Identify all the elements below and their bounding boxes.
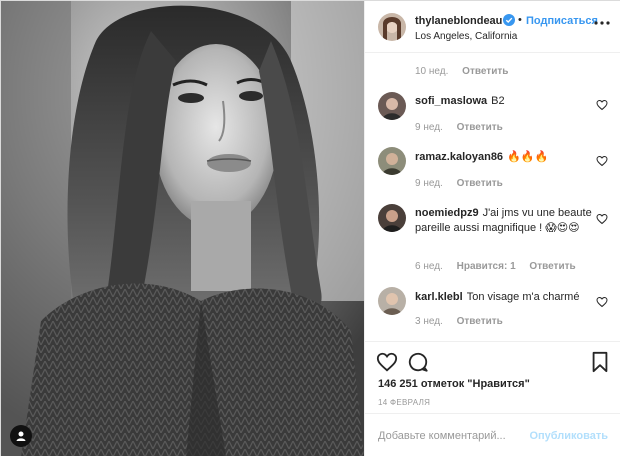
commenter-avatar[interactable] (378, 147, 406, 175)
comment-input[interactable] (378, 427, 528, 445)
comment-time: 3 нед. (415, 316, 443, 327)
commenter-username[interactable]: noemiedpz9 (415, 207, 479, 219)
author-username[interactable]: thylaneblondeau (415, 15, 502, 27)
heart-icon[interactable] (596, 155, 608, 167)
comment-text: noemiedpz9 J'ai jms vu une beaute pareill… (415, 206, 595, 236)
comment-meta: 3 нед. Ответить (415, 316, 514, 327)
comment-time: 6 нед. (415, 261, 443, 272)
likes-count[interactable]: 146 251 отметок "Нравится" (378, 378, 530, 390)
post-photo[interactable] (1, 1, 364, 456)
publish-button[interactable]: Опубликовать (529, 430, 608, 442)
heart-icon[interactable] (596, 296, 608, 308)
heart-icon[interactable] (596, 99, 608, 111)
bookmark-icon[interactable] (589, 351, 611, 373)
comment-text: karl.klebl Ton visage m'a charmé (415, 290, 595, 305)
comment-body: 🔥🔥🔥 (507, 151, 549, 163)
comment-meta: 10 нед. Ответить (415, 66, 519, 77)
post-dialog: thylaneblondeau • Подписаться Los Angele… (0, 0, 620, 456)
comment-body: B2 (491, 95, 505, 107)
comment-body: Ton visage m'a charmé (466, 291, 580, 303)
commenter-username[interactable]: sofi_maslowa (415, 95, 487, 107)
comment-text: sofi_maslowa B2 (415, 94, 595, 109)
author-avatar[interactable] (378, 13, 406, 41)
comment-meta: 9 нед. Ответить (415, 178, 514, 189)
add-comment-bar: Опубликовать (365, 413, 620, 456)
like-heart-icon[interactable] (376, 351, 398, 373)
commenter-username[interactable]: karl.klebl (415, 291, 463, 303)
reply-button[interactable]: Ответить (457, 178, 503, 189)
user-tag-icon[interactable] (10, 425, 32, 447)
comment-meta: 6 нед. Нравится: 1 Ответить (415, 261, 587, 272)
post-date: 14 ФЕВРАЛЯ (378, 398, 431, 407)
commenter-username[interactable]: ramaz.kaloyan86 (415, 151, 503, 163)
reply-button[interactable]: Ответить (457, 316, 503, 327)
comments-list[interactable]: 10 нед. Ответить sofi_maslowa B2 9 нед. О… (365, 54, 620, 341)
post-header: thylaneblondeau • Подписаться Los Angele… (365, 1, 620, 53)
commenter-avatar[interactable] (378, 92, 406, 120)
comment-likes[interactable]: Нравится: 1 (457, 261, 516, 272)
commenter-avatar[interactable] (378, 204, 406, 232)
reply-button[interactable]: Ответить (462, 66, 508, 77)
comment-text: ramaz.kaloyan86 🔥🔥🔥 (415, 150, 595, 165)
reply-button[interactable]: Ответить (529, 261, 575, 272)
comment-time: 9 нед. (415, 122, 443, 133)
separator-dot: • (518, 14, 522, 26)
verified-badge-icon (503, 14, 515, 26)
post-location[interactable]: Los Angeles, California (415, 31, 517, 42)
more-options-icon[interactable] (592, 13, 612, 33)
commenter-avatar[interactable] (378, 287, 406, 315)
post-actions (365, 341, 620, 381)
comment-time: 9 нед. (415, 178, 443, 189)
follow-button[interactable]: Подписаться (526, 15, 598, 27)
portrait-image (1, 1, 364, 456)
heart-icon[interactable] (596, 213, 608, 225)
comment-icon[interactable] (407, 351, 429, 373)
reply-button[interactable]: Ответить (457, 122, 503, 133)
post-sidebar: thylaneblondeau • Подписаться Los Angele… (364, 1, 620, 456)
comment-time: 10 нед. (415, 66, 449, 77)
comment-meta: 9 нед. Ответить (415, 122, 514, 133)
